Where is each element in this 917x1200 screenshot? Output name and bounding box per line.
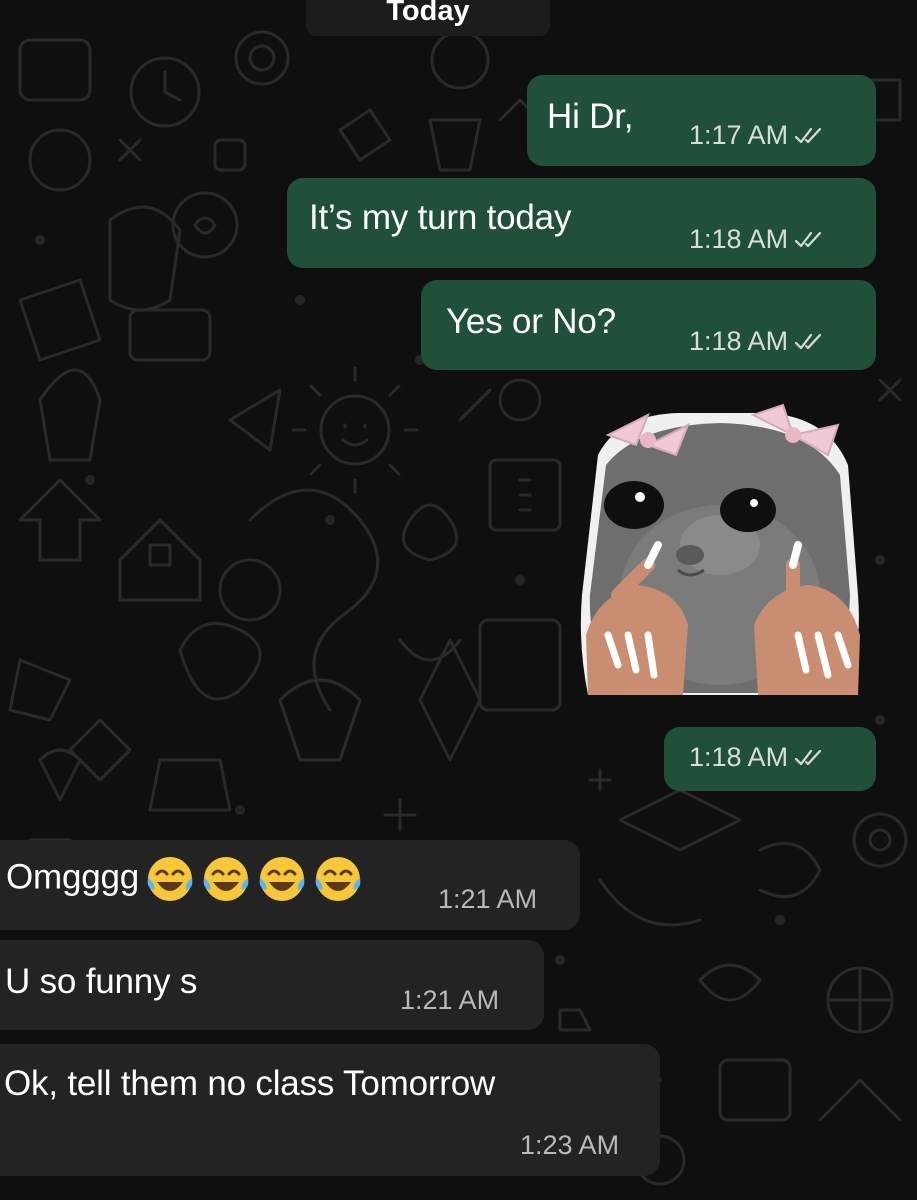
redaction-block xyxy=(255,960,405,1004)
laughing-tears-emoji-icon xyxy=(147,857,193,901)
message-meta: 1:18 AM xyxy=(689,326,828,357)
message-meta: 1:21 AM xyxy=(400,985,499,1016)
message-time: 1:18 AM xyxy=(689,224,789,254)
message-meta: 1:18 AM xyxy=(689,224,828,255)
message-time: 1:21 AM xyxy=(400,985,500,1015)
date-separator-label: Today xyxy=(386,0,470,27)
double-check-icon xyxy=(794,127,822,143)
double-check-icon xyxy=(794,333,822,349)
message-text: Yes or No? xyxy=(446,302,616,341)
double-check-icon xyxy=(794,231,822,247)
message-meta: 1:21 AM xyxy=(438,884,537,915)
laughing-tears-emoji-icon xyxy=(203,857,249,901)
message-text-with-emoji: Omgggg xyxy=(6,854,363,904)
message-bubble-outgoing[interactable]: Yes or No? 1:18 AM xyxy=(421,280,876,370)
message-text: U so funny s xyxy=(5,962,198,1001)
hamster-sticker[interactable] xyxy=(578,395,862,707)
message-bubble-outgoing[interactable]: It’s my turn today 1:18 AM xyxy=(287,178,876,268)
laughing-tears-emoji-icon xyxy=(259,857,305,901)
message-bubble-incoming[interactable]: Ok, tell them no class Tomorrow 1:23 AM xyxy=(0,1044,660,1176)
message-text: Hi Dr, xyxy=(547,97,634,136)
message-meta: 1:17 AM xyxy=(689,120,828,151)
message-time: 1:21 AM xyxy=(438,884,538,914)
date-separator: Today xyxy=(306,0,550,36)
message-bubble-incoming[interactable]: Omgggg 1:21 AM xyxy=(0,840,580,930)
message-bubble-outgoing[interactable]: Hi Dr, 1:17 AM xyxy=(527,75,876,166)
message-meta: 1:23 AM xyxy=(520,1130,619,1161)
double-check-icon xyxy=(794,749,822,765)
message-time: 1:17 AM xyxy=(689,120,789,150)
message-text: It’s my turn today xyxy=(309,198,572,237)
message-time: 1:23 AM xyxy=(520,1130,620,1160)
message-time: 1:18 AM xyxy=(689,742,789,772)
laughing-tears-emoji-icon xyxy=(315,857,361,901)
message-time: 1:18 AM xyxy=(689,326,789,356)
message-text: Ok, tell them no class Tomorrow xyxy=(4,1064,496,1103)
message-meta: 1:18 AM xyxy=(689,742,828,773)
sticker-time-bubble: 1:18 AM xyxy=(664,727,876,791)
message-text: Omgggg xyxy=(6,857,140,897)
